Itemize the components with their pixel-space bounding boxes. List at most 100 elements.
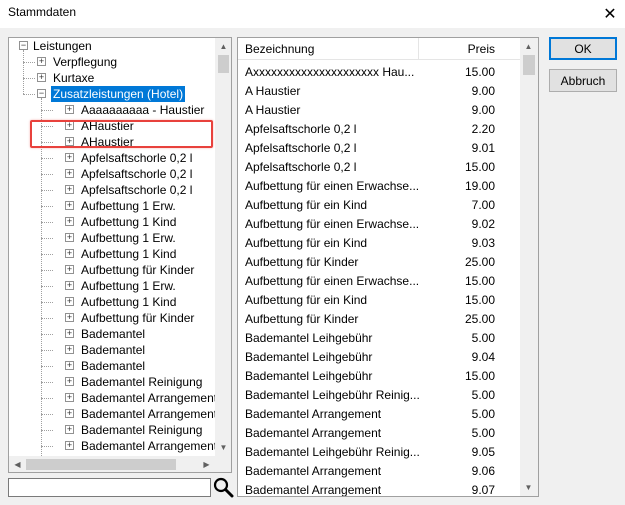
expand-icon[interactable]: + xyxy=(65,329,74,338)
table-row[interactable]: Bademantel Arrangement 9.07 xyxy=(238,481,520,496)
tree-sub-item[interactable]: + Bademantel Arrangement xyxy=(9,390,215,406)
tree-sub-item[interactable]: + Aufbettung 1 Kind xyxy=(9,246,215,262)
cancel-button[interactable]: Abbruch xyxy=(549,69,617,92)
table-row[interactable]: Bademantel Leihgebühr 15.00 xyxy=(238,367,520,386)
tree-node-label[interactable]: Bademantel Arrangement xyxy=(81,406,215,422)
scroll-up-icon[interactable]: ▲ xyxy=(520,38,537,55)
tree-node-label[interactable]: Bademantel Reinigung xyxy=(81,422,202,438)
tree-node-label[interactable]: Aufbettung 1 Kind xyxy=(81,214,176,230)
column-header-name[interactable]: Bezeichnung xyxy=(245,42,314,56)
expand-icon[interactable]: + xyxy=(65,361,74,370)
tree-sub-item[interactable]: + Bademantel Reinigung xyxy=(9,374,215,390)
expand-icon[interactable]: + xyxy=(65,169,74,178)
tree-node-label[interactable]: Leistungen xyxy=(33,38,92,54)
table-row[interactable]: Aufbettung für einen Erwachse... 15.00 xyxy=(238,272,520,291)
tree-node-label[interactable]: Aufbettung 1 Erw. xyxy=(81,230,176,246)
table-row[interactable]: Apfelsaftschorle 0,2 l 9.01 xyxy=(238,139,520,158)
table-row[interactable]: Aufbettung für ein Kind 9.03 xyxy=(238,234,520,253)
expand-icon[interactable]: + xyxy=(65,153,74,162)
table-row[interactable]: Aufbettung für ein Kind 7.00 xyxy=(238,196,520,215)
tree-node-label[interactable]: Verpflegung xyxy=(53,54,117,70)
table-row[interactable]: Bademantel Leihgebühr 9.04 xyxy=(238,348,520,367)
table-row[interactable]: Aufbettung für Kinder 25.00 xyxy=(238,310,520,329)
expand-icon[interactable]: + xyxy=(37,57,46,66)
tree-node-label[interactable]: Bademantel Reinigung xyxy=(81,374,202,390)
tree-node-verpflegung[interactable]: + Verpflegung xyxy=(9,54,215,70)
tree-sub-item[interactable]: + Bademantel Reinigung xyxy=(9,422,215,438)
list-vertical-scrollbar[interactable]: ▲ ▼ xyxy=(520,38,538,496)
expand-icon[interactable]: + xyxy=(65,201,74,210)
table-row[interactable]: Apfelsaftschorle 0,2 l 15.00 xyxy=(238,158,520,177)
tree-sub-item[interactable]: + Bademantel xyxy=(9,358,215,374)
tree-sub-item[interactable]: + Bademantel xyxy=(9,342,215,358)
table-row[interactable]: Aufbettung für einen Erwachse... 19.00 xyxy=(238,177,520,196)
tree-node-label[interactable]: Aufbettung für Kinder xyxy=(81,262,194,278)
expand-icon[interactable]: + xyxy=(65,297,74,306)
tree-sub-item[interactable]: + Apfelsaftschorle 0,2 l xyxy=(9,182,215,198)
tree-node-label[interactable]: Apfelsaftschorle 0,2 l xyxy=(81,182,192,198)
expand-icon[interactable]: + xyxy=(65,441,74,450)
table-row[interactable]: Bademantel Arrangement 5.00 xyxy=(238,424,520,443)
table-row[interactable]: Bademantel Leihgebühr Reinig... 5.00 xyxy=(238,386,520,405)
expand-icon[interactable]: + xyxy=(65,377,74,386)
expand-icon[interactable]: + xyxy=(65,409,74,418)
tree-node-label[interactable]: Aufbettung 1 Erw. xyxy=(81,278,176,294)
table-row[interactable]: Apfelsaftschorle 0,2 l 2.20 xyxy=(238,120,520,139)
collapse-icon[interactable]: − xyxy=(19,41,28,50)
column-separator[interactable] xyxy=(418,38,419,60)
table-row[interactable]: Bademantel Leihgebühr Reinig... 9.05 xyxy=(238,443,520,462)
search-icon[interactable] xyxy=(212,476,234,498)
tree-node-label[interactable]: Bademantel xyxy=(81,342,145,358)
expand-icon[interactable]: + xyxy=(65,313,74,322)
tree-node-root[interactable]: − Leistungen xyxy=(9,38,215,54)
tree-horizontal-scrollbar[interactable]: ◀ ▶ xyxy=(9,456,215,472)
close-icon[interactable]: ✕ xyxy=(595,0,625,28)
tree-sub-item[interactable]: + Bademantel Arrangement xyxy=(9,438,215,454)
tree-sub-item[interactable]: + Aaaaaaaaaa - Haustier xyxy=(9,102,215,118)
table-row[interactable]: Aufbettung für einen Erwachse... 9.02 xyxy=(238,215,520,234)
expand-icon[interactable]: + xyxy=(65,185,74,194)
scroll-thumb[interactable] xyxy=(218,55,229,73)
table-row[interactable]: Bademantel Leihgebühr 5.00 xyxy=(238,329,520,348)
service-list[interactable]: Bezeichnung Preis Axxxxxxxxxxxxxxxxxxxxx… xyxy=(237,37,539,497)
tree-sub-item[interactable]: + Aufbettung 1 Erw. xyxy=(9,230,215,246)
scroll-up-icon[interactable]: ▲ xyxy=(215,38,231,55)
search-input[interactable] xyxy=(8,478,211,497)
tree-sub-item[interactable]: + Aufbettung 1 Kind xyxy=(9,294,215,310)
table-row[interactable]: Bademantel Arrangement 9.06 xyxy=(238,462,520,481)
tree-node-label[interactable]: Aufbettung 1 Kind xyxy=(81,294,176,310)
scroll-down-icon[interactable]: ▼ xyxy=(520,479,537,496)
table-row[interactable]: Aufbettung für Kinder 25.00 xyxy=(238,253,520,272)
expand-icon[interactable]: + xyxy=(65,281,74,290)
scroll-thumb[interactable] xyxy=(26,459,176,470)
tree-sub-item[interactable]: + Apfelsaftschorle 0,2 l xyxy=(9,166,215,182)
table-row[interactable]: A Haustier 9.00 xyxy=(238,101,520,120)
expand-icon[interactable]: + xyxy=(65,249,74,258)
tree-sub-item[interactable]: + Bademantel Arrangement xyxy=(9,406,215,422)
tree-sub-item[interactable]: + Apfelsaftschorle 0,2 l xyxy=(9,150,215,166)
tree-node-label[interactable]: Apfelsaftschorle 0,2 l xyxy=(81,150,192,166)
table-row[interactable]: Axxxxxxxxxxxxxxxxxxxxx Hau... 15.00 xyxy=(238,63,520,82)
collapse-icon[interactable]: − xyxy=(37,89,46,98)
tree-node-label[interactable]: Aufbettung für Kinder xyxy=(81,310,194,326)
expand-icon[interactable]: + xyxy=(65,393,74,402)
tree-node-label[interactable]: Aufbettung 1 Erw. xyxy=(81,198,176,214)
tree-node-zusatzleistungen[interactable]: − Zusatzleistungen (Hotel) xyxy=(9,86,215,102)
tree-vertical-scrollbar[interactable]: ▲ ▼ xyxy=(215,38,231,456)
table-row[interactable]: Bademantel Arrangement 5.00 xyxy=(238,405,520,424)
tree-node-label-selected[interactable]: Zusatzleistungen (Hotel) xyxy=(51,86,186,102)
tree-node-label[interactable]: Bademantel xyxy=(81,358,145,374)
scroll-thumb[interactable] xyxy=(523,55,535,75)
expand-icon[interactable]: + xyxy=(65,345,74,354)
tree-node-label[interactable]: Kurtaxe xyxy=(53,70,94,86)
tree-node-label[interactable]: Aufbettung 1 Kind xyxy=(81,246,176,262)
scroll-left-icon[interactable]: ◀ xyxy=(9,456,26,472)
ok-button[interactable]: OK xyxy=(549,37,617,60)
scroll-right-icon[interactable]: ▶ xyxy=(198,456,215,472)
scroll-down-icon[interactable]: ▼ xyxy=(215,439,231,456)
expand-icon[interactable]: + xyxy=(65,265,74,274)
tree-node-label[interactable]: Apfelsaftschorle 0,2 l xyxy=(81,166,192,182)
expand-icon[interactable]: + xyxy=(65,425,74,434)
expand-icon[interactable]: + xyxy=(65,217,74,226)
tree-node-label[interactable]: Bademantel Arrangement xyxy=(81,390,215,406)
